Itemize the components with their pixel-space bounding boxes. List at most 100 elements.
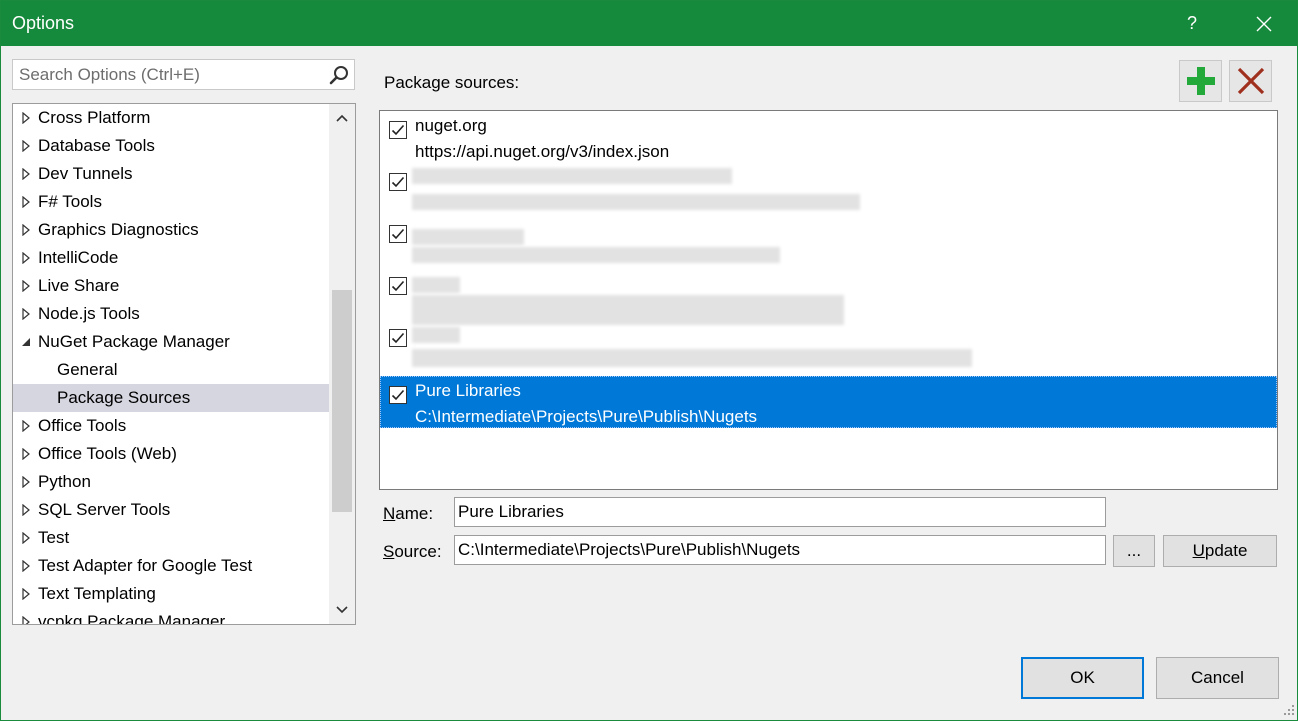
expand-arrow-icon[interactable] [19,412,33,440]
enable-checkbox[interactable] [389,225,407,243]
scroll-up-button[interactable] [329,104,355,132]
tree-item-label: Package Sources [57,388,191,407]
tree-item-label: General [57,360,118,379]
expand-arrow-icon[interactable] [19,552,33,580]
name-input[interactable] [458,501,1098,523]
tree-item-general[interactable]: General [13,356,329,384]
tree-item-label: Text Templating [38,584,156,603]
cancel-button[interactable]: Cancel [1156,657,1279,699]
window-title: Options [12,13,75,33]
help-button[interactable]: ? [1169,1,1215,46]
tree-item-nodejs-tools[interactable]: Node.js Tools [13,300,329,328]
checkmark-icon [391,389,405,401]
tree-item-fsharp-tools[interactable]: F# Tools [13,188,329,216]
search-options-box[interactable] [12,59,355,90]
tree-scrollbar[interactable] [329,104,355,624]
scroll-down-button[interactable] [329,596,355,624]
source-input[interactable] [458,539,1098,561]
ok-button[interactable]: OK [1021,657,1144,699]
name-field[interactable] [454,497,1106,527]
redacted-name [412,277,460,293]
expand-arrow-icon[interactable] [19,524,33,552]
redacted-url [412,194,860,210]
tree-item-label: Node.js Tools [38,304,140,323]
checkmark-icon [391,280,405,292]
tree-item-package-sources[interactable]: Package Sources [13,384,329,412]
source-row[interactable]: nuget.org https://api.nuget.org/v3/index… [380,111,1277,163]
checkmark-icon [391,176,405,188]
tree-item-graphics-diagnostics[interactable]: Graphics Diagnostics [13,216,329,244]
expand-arrow-icon[interactable] [19,440,33,468]
tree-item-label: Database Tools [38,136,155,155]
chevron-up-icon [336,114,348,122]
tree-item-sql-server-tools[interactable]: SQL Server Tools [13,496,329,524]
expand-arrow-icon[interactable] [19,160,33,188]
tree-item-dev-tunnels[interactable]: Dev Tunnels [13,160,329,188]
tree-item-live-share[interactable]: Live Share [13,272,329,300]
source-row-selected[interactable]: Pure Libraries C:\Intermediate\Projects\… [380,376,1277,428]
title-bar: Options ? [1,1,1297,46]
expand-arrow-icon[interactable] [19,608,33,624]
options-dialog: Options ? Cross Platform Database Tools … [0,0,1298,721]
tree-item-cross-platform[interactable]: Cross Platform [13,104,329,132]
expand-arrow-icon[interactable] [19,188,33,216]
collapse-arrow-icon[interactable] [19,328,33,356]
resize-grip-icon[interactable] [1281,703,1295,717]
enable-checkbox[interactable] [389,329,407,347]
expand-arrow-icon[interactable] [19,300,33,328]
enable-checkbox[interactable] [389,173,407,191]
tree-item-database-tools[interactable]: Database Tools [13,132,329,160]
tree-item-office-tools-web[interactable]: Office Tools (Web) [13,440,329,468]
expand-arrow-icon[interactable] [19,580,33,608]
redacted-name [412,327,460,343]
tree-item-label: vcpkg Package Manager [38,612,226,625]
expand-arrow-icon[interactable] [19,272,33,300]
update-button[interactable]: Update [1163,535,1277,567]
expand-arrow-icon[interactable] [19,132,33,160]
remove-source-button[interactable] [1229,60,1272,102]
tree-item-label: Test Adapter for Google Test [38,556,253,575]
tree-item-label: Graphics Diagnostics [38,220,199,239]
update-label-mnemonic: U [1192,541,1205,560]
source-row-redacted[interactable] [380,319,1277,371]
scroll-thumb[interactable] [332,290,352,512]
name-label-text: ame: [395,504,434,523]
source-row-redacted[interactable] [380,163,1277,215]
expand-arrow-icon[interactable] [19,468,33,496]
expand-arrow-icon[interactable] [19,216,33,244]
tree-item-python[interactable]: Python [13,468,329,496]
tree-item-label: Cross Platform [38,108,151,127]
chevron-down-icon [336,606,348,614]
cancel-label: Cancel [1191,668,1244,687]
enable-checkbox[interactable] [389,277,407,295]
expand-arrow-icon[interactable] [19,496,33,524]
redacted-url [412,349,972,367]
close-button[interactable] [1241,1,1287,46]
enable-checkbox[interactable] [389,386,407,404]
tree-item-test-adapter-google-test[interactable]: Test Adapter for Google Test [13,552,329,580]
tree-item-label: SQL Server Tools [38,500,171,519]
source-name: Pure Libraries [415,381,521,400]
tree-item-text-templating[interactable]: Text Templating [13,580,329,608]
tree-item-label: NuGet Package Manager [38,332,230,351]
help-label: ? [1186,13,1197,33]
expand-arrow-icon[interactable] [19,244,33,272]
tree-item-intellicode[interactable]: IntelliCode [13,244,329,272]
search-input[interactable] [19,64,319,86]
expand-arrow-icon[interactable] [19,104,33,132]
search-icon[interactable] [329,65,349,85]
package-sources-label: Package sources: [384,73,520,92]
enable-checkbox[interactable] [389,121,407,139]
source-row-redacted[interactable] [380,215,1277,267]
close-icon [1256,16,1272,31]
tree-item-test[interactable]: Test [13,524,329,552]
name-label: Name: [383,504,433,524]
add-source-button[interactable] [1179,60,1222,102]
tree-item-vcpkg-package-manager[interactable]: vcpkg Package Manager [13,608,329,625]
tree-item-nuget-package-manager[interactable]: NuGet Package Manager [13,328,329,356]
browse-button[interactable]: ... [1113,535,1155,567]
tree-item-office-tools[interactable]: Office Tools [13,412,329,440]
tree-item-label: F# Tools [38,192,102,211]
source-row-redacted[interactable] [380,267,1277,325]
source-field[interactable] [454,535,1106,565]
